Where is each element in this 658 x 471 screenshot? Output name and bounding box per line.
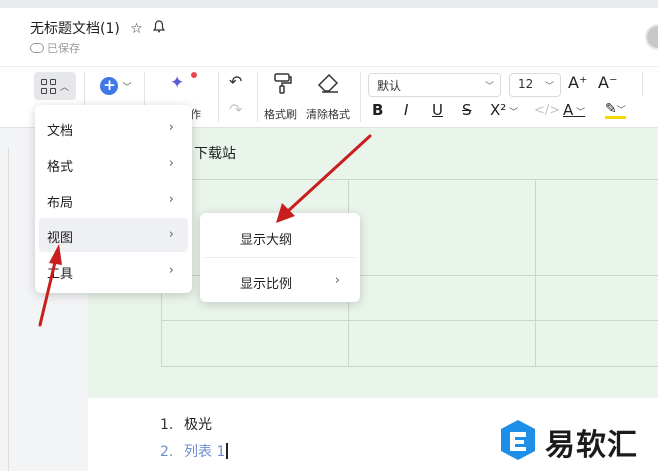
undo-icon[interactable]: ↶ <box>229 72 242 91</box>
magic-wand-icon[interactable]: ✦ <box>170 73 184 93</box>
toolbar-divider <box>360 72 361 122</box>
chevron-down-icon: ﹀ <box>122 82 132 93</box>
chevron-right-icon: › <box>168 156 174 171</box>
submenu-item-label: 显示比例 <box>240 277 293 292</box>
bell-icon[interactable] <box>153 20 166 37</box>
submenu-divider <box>204 257 356 258</box>
cloud-icon <box>30 43 44 53</box>
list-item[interactable]: 2. 列表 1 <box>160 441 228 468</box>
font-family-select[interactable]: 默认 ﹀ <box>368 73 501 97</box>
chevron-down-icon: ﹀ <box>506 108 519 118</box>
watermark-text: 易软汇 <box>545 428 638 463</box>
chevron-right-icon: › <box>168 192 174 207</box>
font-family-value: 默认 <box>377 79 402 93</box>
menu-item-label: 文档 <box>47 124 74 139</box>
toolbar-divider <box>218 72 219 122</box>
star-icon[interactable]: ☆ <box>130 21 143 37</box>
font-color-button[interactable]: A ﹀ <box>563 101 585 119</box>
scroll-track[interactable] <box>8 148 9 471</box>
apps-menu-button[interactable]: ︿ <box>34 72 76 100</box>
text-cursor <box>226 443 228 459</box>
window-top-strip <box>0 0 658 8</box>
notification-dot <box>191 72 197 78</box>
menu-item-label: 格式 <box>47 160 74 175</box>
insert-button[interactable]: + ﹀ <box>96 75 136 97</box>
numbered-list[interactable]: 1. 极光 2. 列表 1 <box>160 414 228 468</box>
list-text[interactable]: 极光 <box>184 417 212 433</box>
watermark-logo <box>498 418 538 462</box>
code-icon[interactable]: </> <box>534 103 560 118</box>
chevron-down-icon: ﹀ <box>484 82 494 92</box>
eraser-icon[interactable] <box>316 72 342 94</box>
italic-button[interactable]: I <box>404 101 408 119</box>
menu-item-layout[interactable]: 布局 › <box>39 183 188 217</box>
grid-icon <box>40 78 56 94</box>
chevron-right-icon: › <box>168 263 174 278</box>
table-border <box>535 179 536 367</box>
font-grow-icon[interactable]: A⁺ <box>568 73 587 92</box>
menu-item-view[interactable]: 视图 › <box>39 218 188 252</box>
chevron-down-icon: ﹀ <box>616 106 626 116</box>
plus-icon: + <box>100 77 119 95</box>
format-painter-icon[interactable] <box>272 72 294 94</box>
font-size-select[interactable]: 12 ﹀ <box>509 73 561 97</box>
save-status: 已保存 <box>30 40 80 56</box>
save-status-text: 已保存 <box>47 42 80 55</box>
document-title[interactable]: 无标题文档(1) <box>30 21 120 37</box>
strikethrough-button[interactable]: S <box>462 101 472 119</box>
font-color-label: A <box>563 101 574 119</box>
menu-item-label: 布局 <box>47 196 74 211</box>
chevron-down-icon: ﹀ <box>544 82 554 92</box>
bold-button[interactable]: B <box>372 101 383 119</box>
superscript-label: X² <box>490 101 507 119</box>
view-submenu: 显示大纲 显示比例 › <box>200 213 360 302</box>
menu-item-document[interactable]: 文档 › <box>39 111 188 145</box>
format-painter-label[interactable]: 格式刷 <box>264 106 297 122</box>
list-number: 1. <box>160 417 174 433</box>
chevron-down-icon: ﹀ <box>573 108 586 118</box>
document-heading[interactable]: 下载站 <box>194 143 236 163</box>
clear-format-label[interactable]: 清除格式 <box>306 106 350 122</box>
redo-icon[interactable]: ↷ <box>229 100 242 119</box>
apps-dropdown-menu: 文档 › 格式 › 布局 › 视图 › 工具 › <box>35 105 192 293</box>
toolbar-divider <box>257 72 258 122</box>
list-item[interactable]: 1. 极光 <box>160 414 228 441</box>
submenu-item-show-outline[interactable]: 显示大纲 <box>204 219 356 255</box>
list-text[interactable]: 列表 1 <box>184 444 225 460</box>
list-number: 2. <box>160 444 174 460</box>
superscript-button[interactable]: X² ﹀ <box>490 101 518 119</box>
chevron-right-icon: › <box>334 273 340 288</box>
table-border <box>161 320 658 321</box>
menu-item-tools[interactable]: 工具 › <box>39 254 188 288</box>
document-title-row: 无标题文档(1) ☆ <box>30 18 166 38</box>
menu-item-format[interactable]: 格式 › <box>39 147 188 181</box>
chevron-up-icon: ︿ <box>59 82 69 93</box>
table-border <box>161 366 658 367</box>
chevron-right-icon: › <box>168 120 174 135</box>
table-border <box>161 179 658 180</box>
chevron-right-icon: › <box>168 227 174 242</box>
highlight-icon[interactable]: ✎﹀ <box>605 101 626 119</box>
font-shrink-icon[interactable]: A⁻ <box>598 73 617 92</box>
menu-item-label: 工具 <box>47 267 74 282</box>
underline-button[interactable]: U <box>432 101 443 119</box>
font-size-value: 12 <box>518 77 534 91</box>
submenu-item-zoom[interactable]: 显示比例 › <box>204 263 356 299</box>
toolbar-divider <box>642 72 643 96</box>
menu-item-label: 视图 <box>47 231 74 246</box>
submenu-item-label: 显示大纲 <box>240 233 293 248</box>
